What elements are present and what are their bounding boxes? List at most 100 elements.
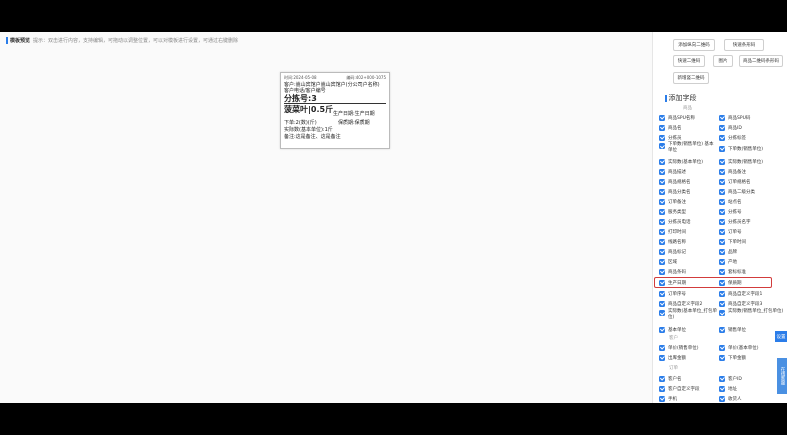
field-goods-desc[interactable]: 商品描述 bbox=[659, 167, 686, 176]
new-vertical-qrcode-button[interactable]: 新增竖二维码 bbox=[673, 72, 709, 84]
field-base-unit[interactable]: 基本单位 bbox=[659, 325, 686, 334]
online-service-tab[interactable]: 在线客服 bbox=[777, 358, 787, 394]
field-mobile[interactable]: 手机 bbox=[659, 394, 677, 403]
field-custom-2[interactable]: 商品自定义字段2 bbox=[659, 299, 702, 308]
checkbox-checked-icon bbox=[719, 385, 725, 392]
highlight-box bbox=[654, 277, 772, 288]
field-actual-qty-base[interactable]: 实际数(基本单位) bbox=[659, 157, 703, 166]
checkbox-checked-icon bbox=[659, 114, 665, 121]
checkbox-checked-icon bbox=[659, 326, 665, 333]
field-spu-name[interactable]: 商品SPU名称 bbox=[659, 113, 695, 122]
field-address[interactable]: 地址 bbox=[719, 384, 737, 393]
field-goods-note[interactable]: 商品备注 bbox=[719, 167, 746, 176]
field-station[interactable]: 站点名 bbox=[719, 197, 742, 206]
field-customer-name[interactable]: 客户名 bbox=[659, 374, 682, 383]
field-custom-3[interactable]: 商品自定义字段3 bbox=[719, 299, 762, 308]
checkbox-checked-icon bbox=[659, 134, 665, 141]
field-order-seq[interactable]: 订单序号 bbox=[659, 289, 686, 298]
checkbox-checked-icon bbox=[719, 375, 725, 382]
field-order-time[interactable]: 下单时间 bbox=[719, 237, 746, 246]
field-order-amount[interactable]: 下单金额 bbox=[719, 353, 746, 362]
label-production-date[interactable]: 生产日期:生产日期 bbox=[333, 110, 375, 117]
checkbox-checked-icon bbox=[659, 168, 665, 175]
field-customer-custom[interactable]: 客户自定义字段 bbox=[659, 384, 700, 393]
field-category[interactable]: 商品分类名 bbox=[659, 187, 691, 196]
goods-qr-barcode-button[interactable]: 商品二维码条形码 bbox=[739, 55, 783, 67]
checkbox-checked-icon bbox=[659, 310, 665, 316]
checkbox-checked-icon bbox=[719, 145, 725, 152]
checkbox-checked-icon bbox=[719, 134, 725, 141]
field-service-type[interactable]: 服务类型 bbox=[659, 207, 686, 216]
field-order-note[interactable]: 订单备注 bbox=[659, 197, 686, 206]
checkbox-checked-icon bbox=[659, 344, 665, 351]
field-goods-mark[interactable]: 商品标记 bbox=[659, 247, 686, 256]
field-sale-unit[interactable]: 销售单位 bbox=[719, 325, 746, 334]
checkbox-checked-icon bbox=[719, 248, 725, 255]
field-goods-spec[interactable]: 商品规格名 bbox=[659, 177, 691, 186]
field-order-qty-sale[interactable]: 下单数(销售单位) bbox=[719, 144, 763, 153]
group-customer-label: 客户 bbox=[669, 336, 678, 341]
preview-header: 模板预览 提示：双击进行内容，支持编辑，可拖动以调整位置，可以对模板进行设置，可… bbox=[6, 36, 238, 44]
checkbox-checked-icon bbox=[659, 178, 665, 185]
field-outbound-amount[interactable]: 出库金额 bbox=[659, 353, 686, 362]
field-sorter-name[interactable]: 分拣员名字 bbox=[719, 217, 751, 226]
field-actual-sale-pack[interactable]: 实际数(销售单位_打包单位) bbox=[719, 309, 785, 322]
label-template-card[interactable]: 时间:2024-05-08 编码:402+000-1075 客户:嵩山宾馆户嵩山… bbox=[280, 72, 390, 149]
label-actual-qty[interactable]: 实际数(基本单位):1斤 bbox=[284, 126, 333, 133]
checkbox-checked-icon bbox=[659, 258, 665, 265]
field-panel: 添加纵向二维码 快速条形码 快速二维码 图片 商品二维码条形码 新增竖二维码 添… bbox=[652, 32, 787, 403]
add-fields-label: 添加字段 bbox=[668, 94, 697, 102]
quick-barcode-button[interactable]: 快速条形码 bbox=[724, 39, 764, 51]
field-brand[interactable]: 品牌 bbox=[719, 247, 737, 256]
add-vertical-qrcode-button[interactable]: 添加纵向二维码 bbox=[673, 39, 715, 51]
section-mark bbox=[6, 36, 8, 44]
checkbox-checked-icon bbox=[659, 354, 665, 361]
label-order-qty[interactable]: 下单:2(数)(斤) bbox=[284, 119, 317, 126]
field-receiver[interactable]: 收货人 bbox=[719, 394, 742, 403]
checkbox-checked-icon bbox=[719, 208, 725, 215]
image-button[interactable]: 图片 bbox=[713, 55, 733, 67]
field-area[interactable]: 区域 bbox=[659, 257, 677, 266]
label-shelf-life[interactable]: 保质期:保质期 bbox=[338, 119, 370, 126]
checkbox-checked-icon bbox=[659, 395, 665, 402]
checkbox-checked-icon bbox=[719, 124, 725, 131]
preview-title: 模板预览 bbox=[10, 37, 31, 44]
field-sort-tag[interactable]: 分拣标签 bbox=[719, 133, 746, 142]
checkbox-checked-icon bbox=[719, 354, 725, 361]
checkbox-checked-icon bbox=[719, 188, 725, 195]
field-goods-barcode[interactable]: 商品条码 bbox=[659, 267, 686, 276]
field-goods-name[interactable]: 商品名 bbox=[659, 123, 682, 132]
field-route-name[interactable]: 线路名称 bbox=[659, 237, 686, 246]
checkbox-checked-icon bbox=[719, 268, 725, 275]
checkbox-checked-icon bbox=[659, 188, 665, 195]
settings-side-tab[interactable]: 设置 bbox=[775, 331, 787, 342]
field-sorter[interactable]: 分拣员 bbox=[659, 133, 682, 142]
label-note[interactable]: 备注:这是备注、这是备注 bbox=[284, 133, 341, 140]
field-goods-id[interactable]: 商品ID bbox=[719, 123, 742, 132]
field-order-qty-base[interactable]: 下单数(销售单位) 基本单位 bbox=[659, 142, 717, 155]
field-sort-number[interactable]: 分拣号 bbox=[719, 207, 742, 216]
field-subcategory[interactable]: 商品二级分类 bbox=[719, 187, 755, 196]
field-origin[interactable]: 产地 bbox=[719, 257, 737, 266]
field-print-time[interactable]: 打印时间 bbox=[659, 227, 686, 236]
checkbox-checked-icon bbox=[719, 198, 725, 205]
label-product[interactable]: 菠菜叶|0.5斤 bbox=[284, 104, 333, 115]
field-order-number[interactable]: 订单号 bbox=[719, 227, 742, 236]
checkbox-checked-icon bbox=[719, 290, 725, 297]
field-custom-1[interactable]: 商品自定义字段1 bbox=[719, 289, 762, 298]
field-customer-id[interactable]: 客户ID bbox=[719, 374, 742, 383]
field-actual-qty-sale[interactable]: 实际数(销售单位) bbox=[719, 157, 763, 166]
field-unit-price-base[interactable]: 单价(基本单位) bbox=[719, 343, 759, 352]
checkbox-checked-icon bbox=[659, 375, 665, 382]
checkbox-checked-icon bbox=[659, 208, 665, 215]
checkbox-checked-icon bbox=[659, 248, 665, 255]
field-order-spec[interactable]: 订单规格名 bbox=[719, 177, 751, 186]
checkbox-checked-icon bbox=[659, 228, 665, 235]
field-label-standard[interactable]: 套标标准 bbox=[719, 267, 746, 276]
field-unit-price-sale[interactable]: 单价(销售单位) bbox=[659, 343, 699, 352]
field-spu-code[interactable]: 商品SPU码 bbox=[719, 113, 750, 122]
checkbox-checked-icon bbox=[719, 310, 725, 316]
field-sorter-phone[interactable]: 分拣员电话 bbox=[659, 217, 691, 226]
quick-qrcode-button[interactable]: 快速二维码 bbox=[673, 55, 705, 67]
field-actual-base-pack[interactable]: 实际数(基本单位_打包单位) bbox=[659, 309, 717, 322]
